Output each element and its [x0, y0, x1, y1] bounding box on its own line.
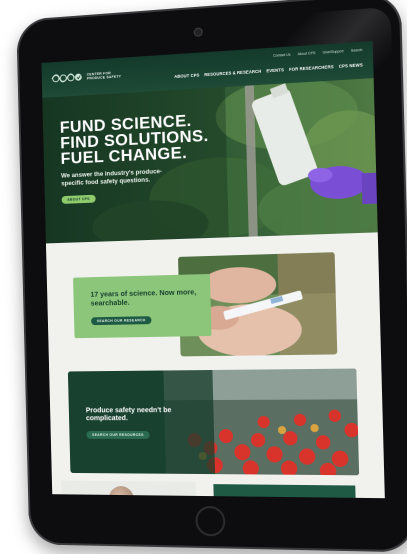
- logo-line-2: PRODUCE SAFETY: [87, 74, 121, 80]
- utility-link-search[interactable]: Search: [351, 48, 363, 53]
- research-card: 17 years of science. Now more, searchabl…: [73, 274, 211, 338]
- nav-item-news[interactable]: CPS NEWS: [339, 62, 363, 69]
- hero-section: FUND SCIENCE. FIND SOLUTIONS. FUEL CHANG…: [42, 78, 377, 243]
- nav-item-resources[interactable]: RESOURCES & RESEARCH: [204, 69, 261, 78]
- logo-mark-icon: [51, 72, 83, 84]
- main-nav: ABOUT CPS RESOURCES & RESEARCH EVENTS FO…: [174, 62, 363, 79]
- home-button[interactable]: [195, 506, 225, 537]
- hero-text: FUND SCIENCE. FIND SOLUTIONS. FUEL CHANG…: [60, 112, 211, 206]
- hero-headline: FUND SCIENCE. FIND SOLUTIONS. FUEL CHANG…: [60, 112, 210, 167]
- next-section-right: [213, 484, 355, 498]
- research-card-title: 17 years of science. Now more, searchabl…: [90, 288, 197, 307]
- nav-item-events[interactable]: EVENTS: [266, 67, 284, 73]
- logo-text: CENTER FOR PRODUCE SAFETY: [87, 71, 121, 81]
- resources-card-title: Produce safety needn't be complicated.: [86, 406, 181, 423]
- hero-subtext: We answer the industry's produce-specifi…: [61, 167, 182, 188]
- nav-item-researchers[interactable]: FOR RESEARCHERS: [289, 64, 334, 72]
- resources-card: Produce safety needn't be complicated. S…: [68, 369, 359, 476]
- utility-link-contact[interactable]: Contact Us: [273, 53, 291, 58]
- utility-link-about[interactable]: About CPS: [298, 51, 316, 56]
- utility-link-give[interactable]: Give/Support: [323, 49, 344, 54]
- search-research-button[interactable]: SEARCH OUR RESEARCH: [91, 316, 152, 325]
- hero-headline-line-3: FUEL CHANGE.: [60, 144, 209, 167]
- about-cps-button[interactable]: ABOUT CPS: [62, 195, 96, 204]
- utility-nav: Contact Us About CPS Give/Support Search: [273, 48, 362, 58]
- nav-item-about[interactable]: ABOUT CPS: [174, 73, 199, 80]
- website-screen: CENTER FOR PRODUCE SAFETY Contact Us Abo…: [41, 41, 384, 498]
- site-logo[interactable]: CENTER FOR PRODUCE SAFETY: [51, 70, 121, 84]
- tablet-device: CENTER FOR PRODUCE SAFETY Contact Us Abo…: [16, 0, 407, 552]
- search-resources-button[interactable]: SEARCH OUR RESOURCES: [86, 431, 149, 439]
